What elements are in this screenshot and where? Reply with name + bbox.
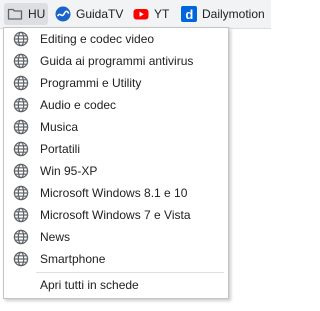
bookmark-folder-menu: Editing e codec video Guida ai programmi…: [3, 27, 229, 299]
menu-item-programmi-utility[interactable]: Programmi e Utility: [5, 72, 227, 94]
globe-icon: [13, 75, 29, 91]
menu-item-windows-8-10[interactable]: Microsoft Windows 8.1 e 10: [5, 182, 227, 204]
globe-icon: [13, 97, 29, 113]
menu-item-label: Audio e codec: [40, 98, 117, 112]
menu-item-musica[interactable]: Musica: [5, 116, 227, 138]
bookmark-folder-hu[interactable]: HU: [4, 3, 48, 25]
bookmark-folder-label: HU: [28, 7, 46, 21]
menu-separator: [36, 272, 224, 273]
dailymotion-icon: d: [181, 6, 197, 22]
svg-text:d: d: [185, 7, 193, 22]
menu-item-label: Microsoft Windows 8.1 e 10: [40, 186, 188, 200]
globe-icon: [13, 119, 29, 135]
menu-item-label: Microsoft Windows 7 e Vista: [40, 208, 191, 222]
menu-item-label: Guida ai programmi antivirus: [40, 54, 194, 68]
open-all-in-tabs-item[interactable]: Apri tutti in schede: [5, 274, 227, 296]
globe-icon: [13, 53, 29, 69]
menu-item-label: Portatili: [40, 142, 81, 156]
youtube-icon: [133, 9, 149, 20]
menu-item-news[interactable]: News: [5, 226, 227, 248]
bookmark-label: Dailymotion: [202, 7, 265, 21]
bookmark-label: GuidaTV: [76, 7, 124, 21]
menu-item-label: Musica: [40, 120, 79, 134]
menu-item-label: Win 95-XP: [40, 164, 98, 178]
menu-item-label: News: [40, 230, 71, 244]
folder-icon: [7, 8, 23, 20]
bookmarks-bar: HU GuidaTV YT d Dailymotion: [0, 0, 271, 29]
menu-item-label: Programmi e Utility: [40, 76, 142, 90]
globe-icon: [13, 185, 29, 201]
menu-item-win-95-xp[interactable]: Win 95-XP: [5, 160, 227, 182]
menu-item-label: Smartphone: [40, 252, 106, 266]
globe-icon: [13, 163, 29, 179]
menu-item-editing-codec-video[interactable]: Editing e codec video: [5, 28, 227, 50]
open-all-in-tabs-label: Apri tutti in schede: [40, 278, 139, 292]
menu-item-portatili[interactable]: Portatili: [5, 138, 227, 160]
menu-item-label: Editing e codec video: [40, 32, 155, 46]
bookmark-dailymotion[interactable]: d Dailymotion: [181, 3, 265, 25]
globe-icon: [13, 141, 29, 157]
globe-icon: [13, 207, 29, 223]
bookmark-guidatv[interactable]: GuidaTV: [55, 3, 123, 25]
globe-icon: [13, 229, 29, 245]
globe-icon: [13, 31, 29, 47]
menu-item-guida-antivirus[interactable]: Guida ai programmi antivirus: [5, 50, 227, 72]
bookmark-youtube[interactable]: YT: [133, 3, 169, 25]
menu-item-audio-codec[interactable]: Audio e codec: [5, 94, 227, 116]
menu-item-windows-7-vista[interactable]: Microsoft Windows 7 e Vista: [5, 204, 227, 226]
guidatv-icon: [55, 6, 71, 22]
menu-item-smartphone[interactable]: Smartphone: [5, 248, 227, 270]
bookmark-label: YT: [154, 7, 170, 21]
globe-icon: [13, 251, 29, 267]
